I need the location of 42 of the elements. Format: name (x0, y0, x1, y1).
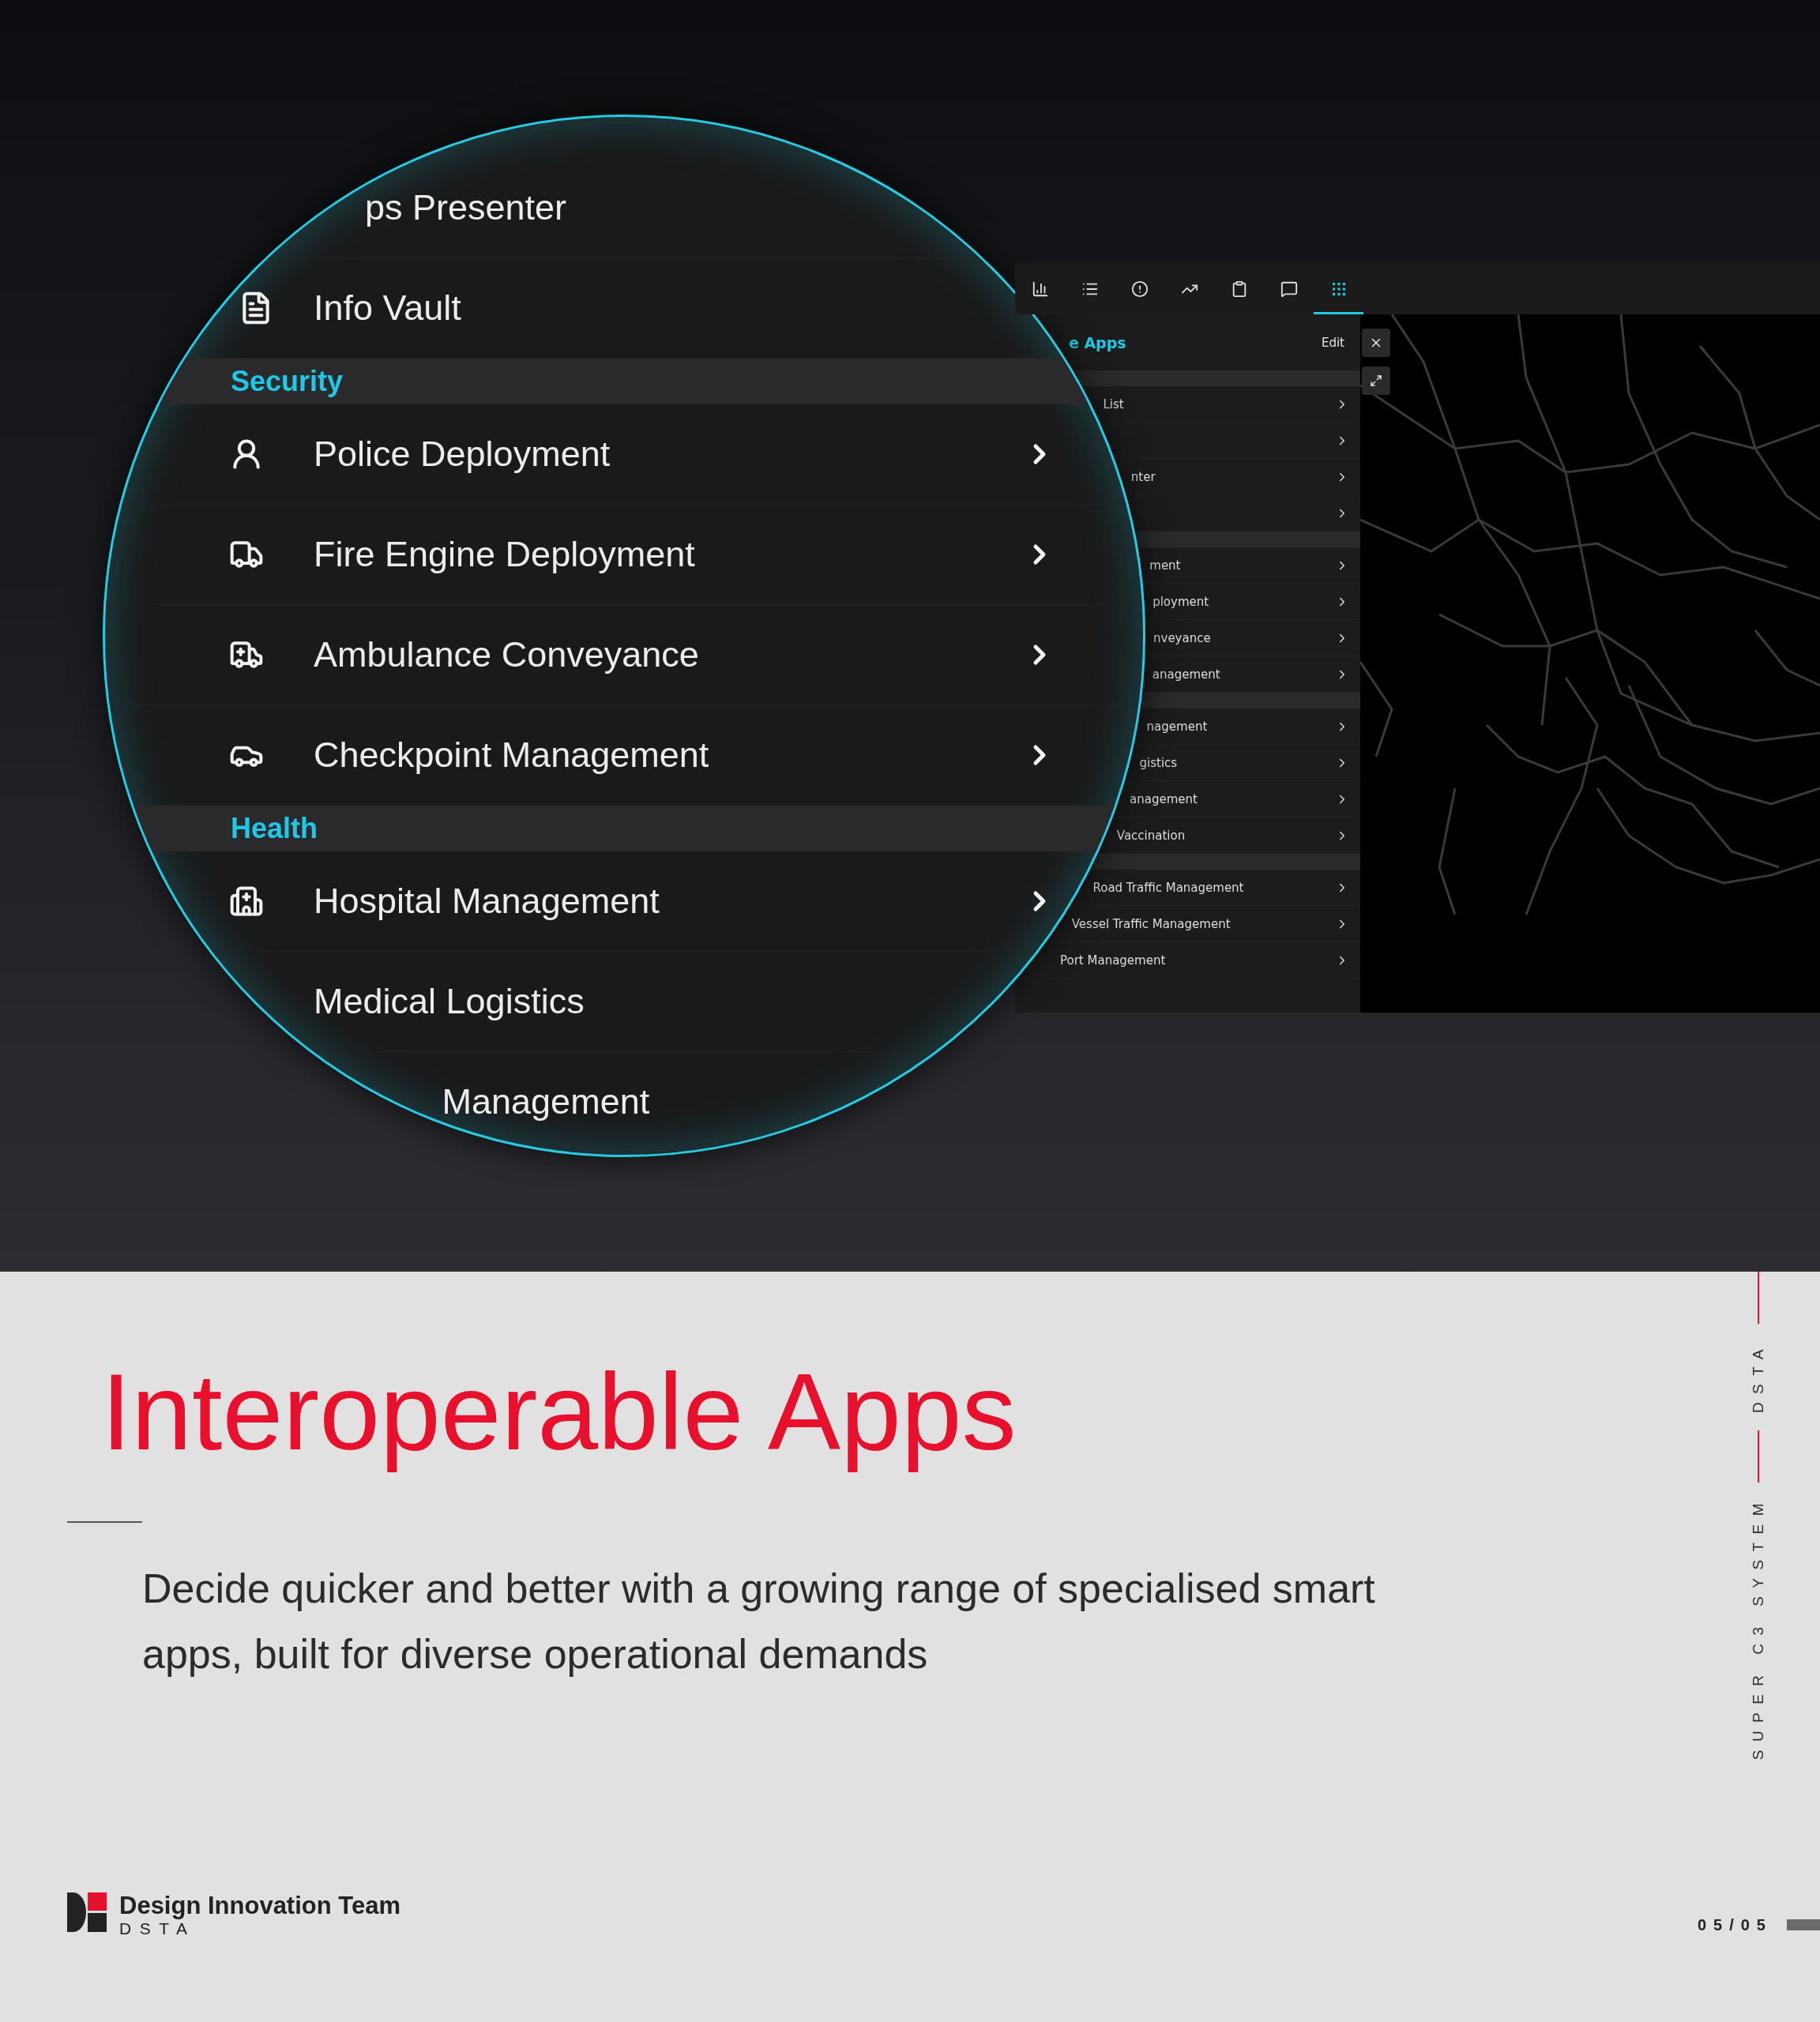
app-name[interactable]: anagement (1152, 667, 1220, 682)
app-name[interactable]: gistics (1139, 755, 1178, 770)
app-name[interactable]: ployment (1153, 594, 1209, 609)
side-label: SUPER C3 SYSTEM (1750, 1495, 1767, 1761)
app-name[interactable]: Vaccination (1116, 828, 1186, 843)
chart-icon (1031, 280, 1049, 298)
app-name[interactable]: nagement (1146, 719, 1208, 734)
page-bar (1787, 1919, 1820, 1930)
slide-description: Decide quicker and better with a growing range of specialised smart apps, built for diverse operational demands (142, 1564, 1376, 1678)
logo-icon (67, 1892, 107, 1932)
logo-name: Design Innovation Team (119, 1892, 400, 1920)
app-name[interactable]: Port Management (1060, 953, 1166, 968)
app-name[interactable]: Fire Engine Deployment (314, 534, 695, 575)
app-name[interactable]: Hospital Management (314, 881, 660, 922)
hospital-icon (229, 884, 264, 919)
alert-icon (1130, 280, 1149, 298)
app-name[interactable]: Road Traffic Management (1092, 880, 1244, 895)
app-name[interactable]: Vessel Traffic Management (1071, 916, 1231, 931)
app-name[interactable]: anagement (1130, 791, 1198, 806)
logo-org: DSTA (119, 1919, 197, 1939)
edit-button[interactable]: Edit (1316, 334, 1349, 351)
app-name[interactable]: Checkpoint Management (314, 735, 709, 776)
app-name[interactable]: nveyance (1153, 630, 1211, 645)
expand-button[interactable] (1362, 366, 1390, 395)
page-number: 05/05 (1697, 1916, 1773, 1934)
app-name[interactable]: ps Presenter (364, 187, 567, 228)
app-name[interactable]: nter (1130, 469, 1156, 484)
app-name[interactable]: Ambulance Conveyance (314, 634, 699, 675)
slide-title: Interoperable Apps (101, 1352, 1017, 1472)
panel-title: e Apps (1068, 333, 1126, 351)
app-name[interactable]: List (1103, 397, 1124, 412)
app-name[interactable]: Management (442, 1081, 650, 1122)
app-name[interactable]: ment (1149, 558, 1181, 573)
side-label: DSTA (1750, 1341, 1767, 1414)
message-icon (1280, 280, 1298, 298)
app-name[interactable]: Police Deployment (314, 434, 611, 475)
expand-icon (1370, 374, 1382, 387)
section-title: Security (231, 365, 344, 398)
app-name[interactable]: Info Vault (314, 288, 461, 329)
close-button[interactable] (1362, 329, 1390, 357)
section-title: Health (231, 812, 318, 845)
app-name[interactable]: Medical Logistics (314, 981, 585, 1022)
